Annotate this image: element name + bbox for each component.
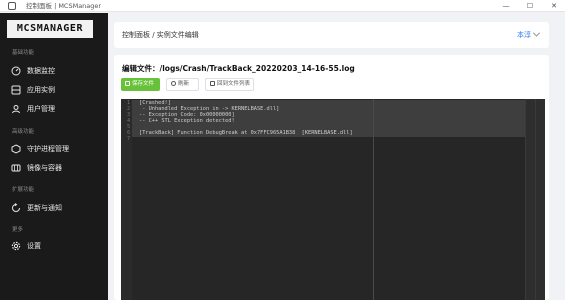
back-button-label: 回到文件列表 [217, 81, 251, 87]
sidebar-item-label: 数据监控 [27, 67, 55, 75]
container-icon [11, 164, 21, 172]
minimize-button[interactable]: — [495, 0, 517, 12]
close-button[interactable]: ✕ [543, 0, 565, 12]
server-icon [11, 85, 21, 95]
update-icon [12, 203, 20, 212]
sidebar-item-label: 镜像与容器 [27, 164, 62, 172]
chevron-down-icon [532, 29, 541, 37]
users-icon [12, 105, 20, 114]
sidebar-item-daemons[interactable]: 守护进程管理 [0, 139, 108, 159]
refresh-button[interactable]: 刷新 [166, 78, 199, 91]
maximize-button[interactable]: ☐ [519, 0, 541, 12]
refresh-icon [171, 80, 176, 86]
back-icon [210, 80, 215, 86]
line-number: 5 [127, 125, 130, 130]
back-to-files-button[interactable]: 回到文件列表 [205, 78, 254, 91]
header-card: 控制面板 / 实例文件编辑 本淳 [114, 22, 549, 48]
sidebar-item-label: 应用实例 [27, 86, 55, 94]
line-number: 2 [127, 107, 130, 112]
sidebar-item-containers[interactable]: 镜像与容器 [0, 158, 108, 178]
refresh-button-label: 刷新 [178, 81, 190, 87]
daemon-icon [11, 144, 21, 154]
logo: MCSMANAGER [7, 20, 93, 38]
user-menu[interactable]: 本淳 [517, 29, 541, 40]
save-button[interactable]: 保存文件 [121, 78, 160, 91]
section-extensions: 扩展功能 [12, 187, 35, 193]
gear-icon [11, 241, 21, 251]
code-editor[interactable]: 1 2 3 4 5 6 7 [Crashed!] - Unhandled Exc… [121, 99, 545, 300]
line-number: 3 [127, 113, 130, 118]
save-icon [125, 80, 130, 86]
section-more: 更多 [12, 227, 24, 233]
sidebar-item-label: 守护进程管理 [27, 145, 69, 153]
window-titlebar: 控制面板 | MCSManager — ☐ ✕ [0, 0, 565, 12]
user-name: 本淳 [517, 31, 531, 39]
section-advanced: 高级功能 [12, 129, 35, 135]
save-button-label: 保存文件 [132, 81, 155, 87]
dashboard-icon [11, 66, 21, 76]
line-number: 6 [127, 131, 130, 136]
breadcrumb: 控制面板 / 实例文件编辑 [122, 31, 199, 39]
app-icon [8, 2, 16, 10]
print-margin-guide [373, 99, 374, 300]
sidebar-item-settings[interactable]: 设置 [0, 236, 108, 256]
window-title: 控制面板 | MCSManager [26, 2, 102, 10]
code-line: -- C++ STL Exception detected! [139, 118, 235, 124]
editor-overview-ruler [535, 99, 545, 300]
file-path-title: 编辑文件：/logs/Crash/TrackBack_20220203_14-1… [122, 64, 355, 73]
sidebar-item-label: 更新与通知 [27, 204, 62, 212]
line-number: 7 [127, 137, 130, 142]
file-editor-card: 编辑文件：/logs/Crash/TrackBack_20220203_14-1… [114, 55, 549, 300]
code-line: [TrackBack] Function DebugBreak at 0x7FF… [139, 130, 353, 136]
sidebar-item-label: 设置 [27, 242, 41, 250]
line-number: 4 [127, 119, 130, 124]
sidebar: MCSMANAGER 基础功能 数据监控 应用实例 用户管理 高级功能 守护进程… [0, 13, 108, 300]
sidebar-item-updates[interactable]: 更新与通知 [0, 198, 108, 218]
sidebar-item-dashboard[interactable]: 数据监控 [0, 61, 108, 81]
editor-scrollbar[interactable] [525, 99, 535, 300]
section-basic: 基础功能 [12, 50, 35, 56]
line-number: 1 [127, 101, 130, 106]
sidebar-item-label: 用户管理 [27, 105, 55, 113]
sidebar-item-instances[interactable]: 应用实例 [0, 80, 108, 100]
sidebar-item-users[interactable]: 用户管理 [0, 99, 108, 119]
